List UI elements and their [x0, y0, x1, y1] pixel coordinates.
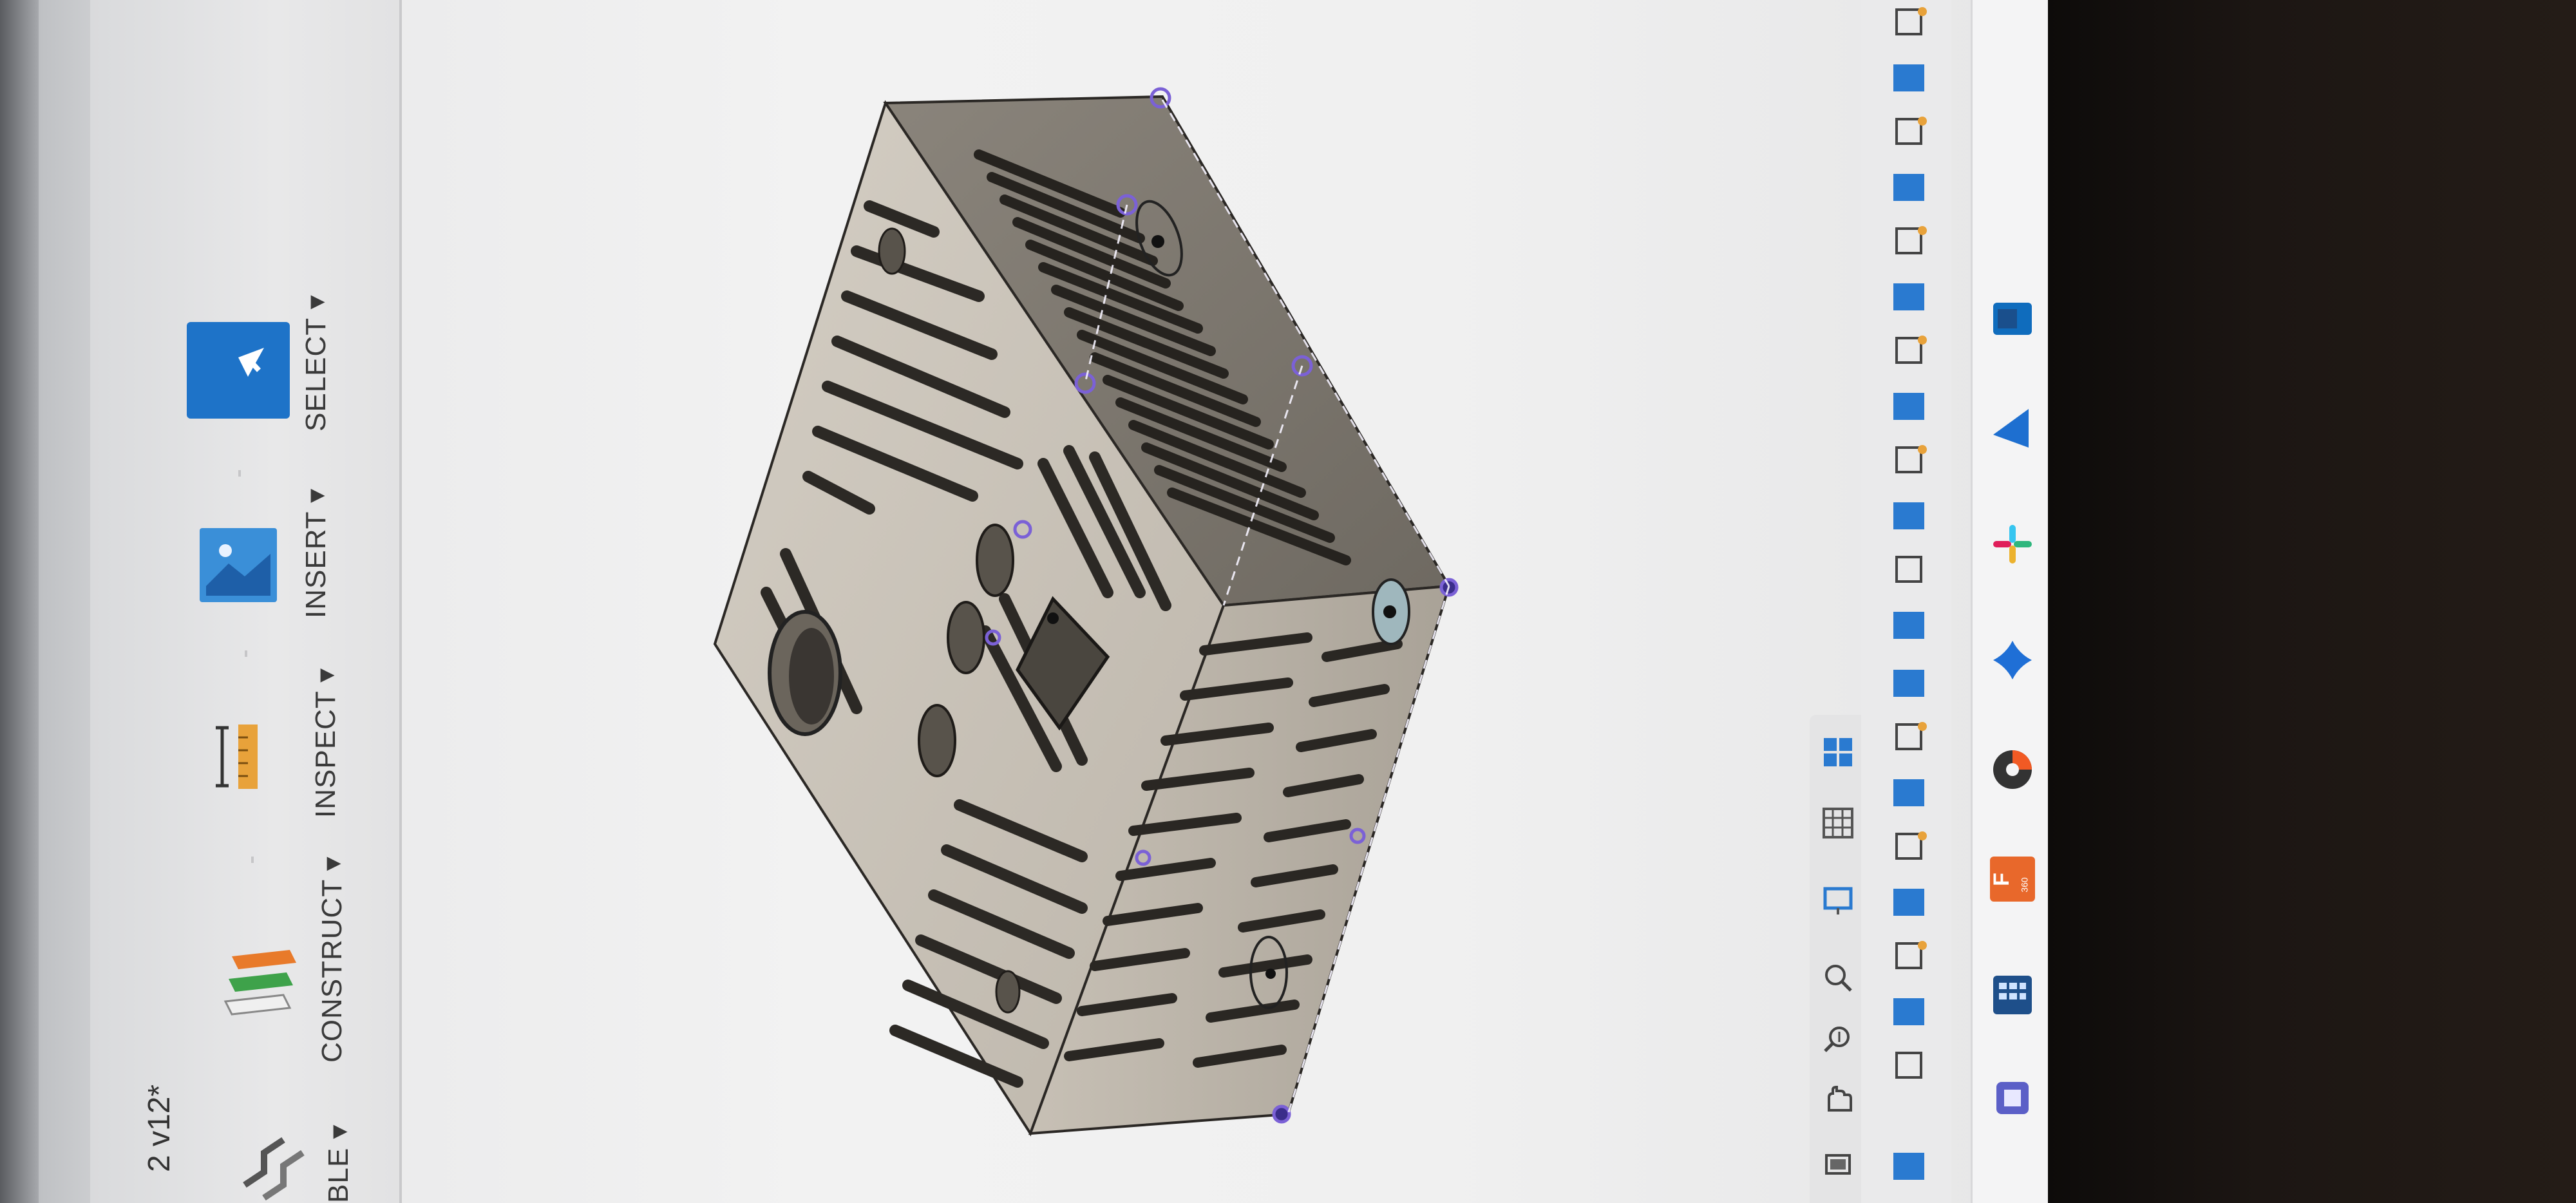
timeline-strip [1861, 0, 1951, 1203]
chrome-like-icon[interactable] [1990, 747, 2035, 792]
construct-label: CONSTRUCT ▾ [316, 856, 348, 1063]
insert-group[interactable]: INSERT ▾ [200, 488, 332, 625]
measure-icon[interactable] [213, 721, 270, 792]
round-port [947, 601, 985, 674]
copilot-icon[interactable] [1990, 638, 2035, 683]
toolbar-panel: SELECT ▾ INSERT ▾ INSPECT ▾ CONSTRUCT ▾ [90, 0, 402, 1203]
taskbar [1971, 0, 2048, 1203]
insert-image-icon[interactable] [200, 528, 277, 602]
zoom-icon[interactable] [1820, 1018, 1856, 1054]
inspect-label: INSPECT ▾ [310, 667, 341, 818]
assemble-group[interactable]: BLE ▾ [238, 1121, 361, 1203]
insert-label: INSERT ▾ [300, 488, 332, 618]
inspect-group[interactable]: INSPECT ▾ [206, 668, 341, 857]
select-label: SELECT ▾ [300, 294, 332, 431]
grid-icon[interactable] [1820, 805, 1856, 841]
joint-icon[interactable] [238, 1133, 309, 1203]
fusion360-icon[interactable]: F 360 [1989, 857, 2035, 902]
separator [251, 857, 254, 863]
model-viewport[interactable] [696, 64, 1507, 1159]
display-settings-icon[interactable] [1820, 882, 1856, 918]
fusion-badge-sub: 360 [2019, 877, 2030, 893]
pan-icon[interactable] [1820, 1082, 1856, 1118]
round-port [918, 704, 956, 777]
outlook-icon[interactable] [1990, 296, 2035, 341]
construct-group[interactable]: CONSTRUCT ▾ [219, 856, 348, 1082]
monitor-bezel [2048, 0, 2576, 1203]
slack-icon[interactable] [1990, 522, 2035, 567]
document-title: 2 v12* [142, 1084, 176, 1172]
screen: SELECT ▾ INSERT ▾ INSPECT ▾ CONSTRUCT ▾ [0, 0, 2048, 1203]
left-edge [0, 0, 39, 1203]
fusion-badge-letter: F [1989, 873, 2014, 886]
assemble-label: BLE ▾ [323, 1124, 354, 1203]
viewports-icon[interactable] [1820, 734, 1856, 770]
fit-icon[interactable] [1820, 960, 1856, 996]
round-port [976, 524, 1014, 597]
separator [238, 470, 241, 477]
navigation-bar [1810, 715, 1868, 1203]
table-app-icon[interactable] [1990, 972, 2035, 1018]
select-arrow-icon[interactable] [187, 322, 290, 419]
timeline-items[interactable] [1893, 7, 1927, 1180]
orbit-icon[interactable] [1820, 1146, 1856, 1182]
arrow-app-icon[interactable] [1990, 406, 2035, 451]
separator [245, 650, 247, 657]
select-group[interactable]: SELECT ▾ [187, 294, 332, 457]
construct-planes-icon[interactable] [219, 940, 303, 1024]
teams-icon[interactable] [1990, 1075, 2035, 1121]
